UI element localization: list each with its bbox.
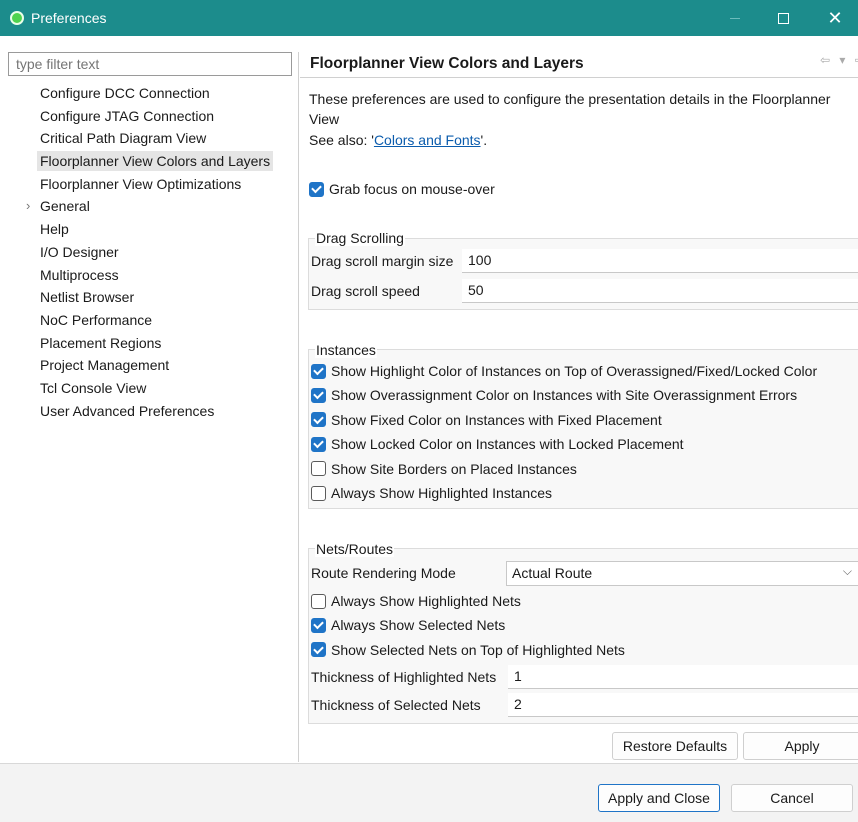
cancel-button[interactable]: Cancel <box>731 784 853 812</box>
tree-item[interactable]: I/O Designer <box>12 241 298 264</box>
option-checkbox[interactable]: Show Overassignment Color on Instances w… <box>311 385 797 405</box>
option-checkbox[interactable]: Show Fixed Color on Instances with Fixed… <box>311 410 662 430</box>
drag-margin-input[interactable]: 100 <box>462 249 858 273</box>
tree-item[interactable]: › General <box>12 195 298 218</box>
option-checkbox[interactable]: Always Show Selected Nets <box>311 615 505 635</box>
checkbox-unchecked-icon <box>311 593 326 609</box>
drag-scrolling-title: Drag Scrolling <box>315 230 405 246</box>
apply-button[interactable]: Apply <box>743 732 858 760</box>
page-description: These preferences are used to configure … <box>309 91 831 127</box>
minimize-button[interactable] <box>712 0 758 36</box>
tree-item[interactable]: Project Management <box>12 354 298 377</box>
thickness-highlighted-input[interactable]: 1 <box>508 665 858 689</box>
window-title: Preferences <box>31 10 107 26</box>
app-icon <box>10 11 24 25</box>
tree-item[interactable]: Floorplanner View Optimizations <box>12 173 298 196</box>
page-header: Floorplanner View Colors and Layers ⇦ ▾ … <box>300 52 858 78</box>
tree-item[interactable]: Configure DCC Connection <box>12 82 298 105</box>
instances-title: Instances <box>315 342 377 358</box>
maximize-button[interactable] <box>760 0 806 36</box>
option-checkbox[interactable]: Show Selected Nets on Top of Highlighted… <box>311 640 625 660</box>
thickness-selected-input[interactable]: 2 <box>508 693 858 717</box>
tree-item[interactable]: Critical Path Diagram View <box>12 127 298 150</box>
checkbox-unchecked-icon <box>311 461 326 477</box>
checkbox-checked-icon <box>311 617 326 633</box>
tree-item[interactable]: Multiprocess <box>12 264 298 287</box>
drag-speed-input[interactable]: 50 <box>462 279 858 303</box>
close-button[interactable]: ✕ <box>812 0 858 36</box>
checkbox-checked-icon <box>311 363 326 379</box>
navigation-arrows-icon[interactable]: ⇦ ▾ ⇨ ▾ ⁝ <box>820 53 858 67</box>
tree-item[interactable]: Placement Regions <box>12 332 298 355</box>
close-icon: ✕ <box>827 7 843 28</box>
option-checkbox[interactable]: Show Site Borders on Placed Instances <box>311 459 577 479</box>
route-rendering-label: Route Rendering Mode <box>311 565 456 581</box>
option-checkbox[interactable]: Show Highlight Color of Instances on Top… <box>311 361 817 381</box>
tree-item[interactable]: Netlist Browser <box>12 286 298 309</box>
checkbox-checked-icon <box>311 387 326 403</box>
colors-and-fonts-link[interactable]: Colors and Fonts <box>374 132 481 148</box>
tree-item[interactable]: Configure JTAG Connection <box>12 105 298 128</box>
nets-routes-title: Nets/Routes <box>315 541 395 557</box>
maximize-icon <box>777 12 789 24</box>
thickness-highlighted-label: Thickness of Highlighted Nets <box>311 669 497 685</box>
route-rendering-select[interactable]: Actual Route ⌵ <box>506 561 858 586</box>
thickness-selected-label: Thickness of Selected Nets <box>311 697 481 713</box>
filter-input[interactable] <box>8 52 292 76</box>
option-checkbox[interactable]: Show Locked Color on Instances with Lock… <box>311 434 684 454</box>
page-title: Floorplanner View Colors and Layers <box>310 55 584 72</box>
checkbox-checked-icon <box>311 642 326 658</box>
restore-defaults-button[interactable]: Restore Defaults <box>612 732 738 760</box>
chevron-down-icon: ⌵ <box>842 564 852 578</box>
apply-and-close-button[interactable]: Apply and Close <box>598 784 720 812</box>
checkbox-checked-icon <box>311 412 326 428</box>
checkbox-unchecked-icon <box>311 485 326 501</box>
dialog-footer <box>0 763 858 822</box>
tree-item[interactable]: Floorplanner View Colors and Layers <box>12 150 298 173</box>
option-checkbox[interactable]: Always Show Highlighted Instances <box>311 483 552 503</box>
preferences-tree: Configure DCC Connection Configure JTAG C… <box>12 82 298 422</box>
checkbox-checked-icon <box>309 181 324 197</box>
tree-item[interactable]: NoC Performance <box>12 309 298 332</box>
grab-focus-checkbox[interactable]: Grab focus on mouse-over <box>309 179 495 199</box>
drag-speed-label: Drag scroll speed <box>311 283 420 299</box>
drag-margin-label: Drag scroll margin size <box>311 253 454 269</box>
option-checkbox[interactable]: Always Show Highlighted Nets <box>311 591 521 611</box>
tree-item[interactable]: User Advanced Preferences <box>12 400 298 423</box>
chevron-right-icon[interactable]: › <box>26 195 30 218</box>
tree-item[interactable]: Tcl Console View <box>12 377 298 400</box>
see-also: See also: 'Colors and Fonts'. <box>309 132 488 148</box>
tree-item[interactable]: Help <box>12 218 298 241</box>
checkbox-checked-icon <box>311 436 326 452</box>
title-bar: Preferences ✕ <box>0 0 858 36</box>
